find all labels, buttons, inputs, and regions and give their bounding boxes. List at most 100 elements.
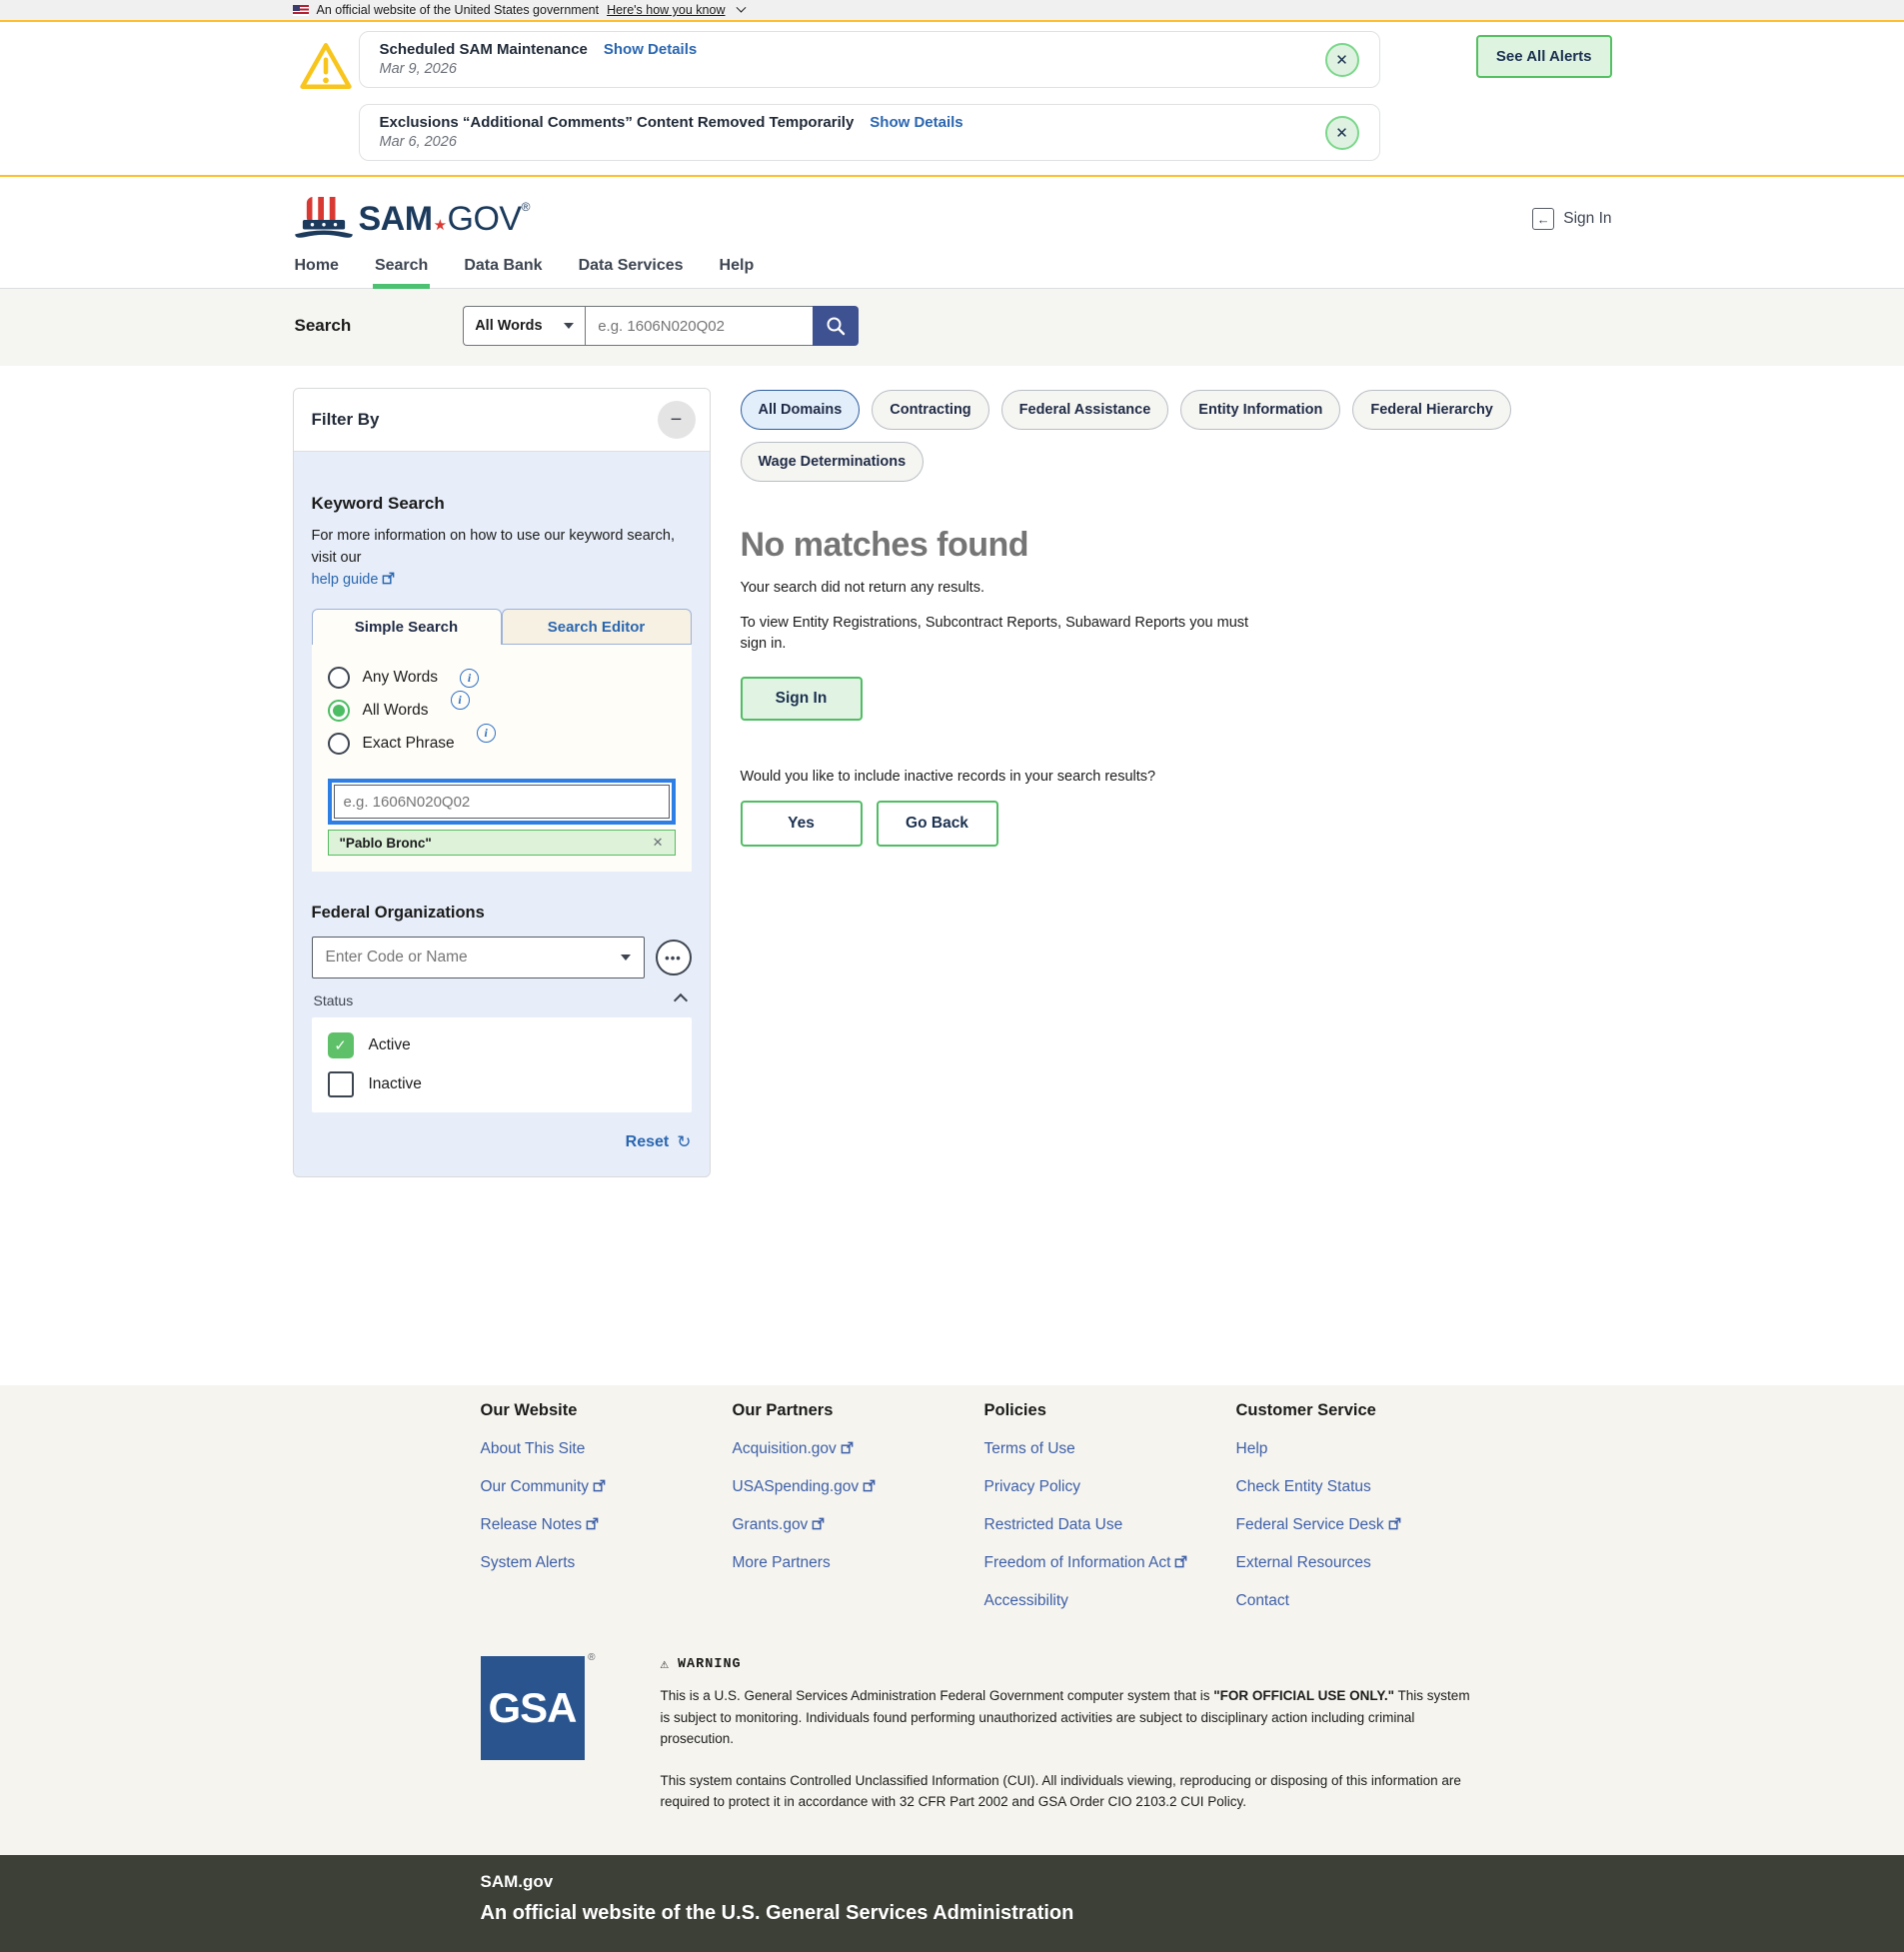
- search-icon: [825, 315, 847, 337]
- domain-chip-contracting[interactable]: Contracting: [872, 390, 988, 430]
- footer-link-grants-gov[interactable]: Grants.gov: [733, 1516, 984, 1534]
- nav-item-search[interactable]: Search: [373, 253, 430, 288]
- footer-link-federal-service-desk[interactable]: Federal Service Desk: [1236, 1516, 1488, 1534]
- alerts-section: Scheduled SAM Maintenance Show Details M…: [0, 22, 1904, 177]
- filter-by-title: Filter By: [312, 410, 380, 430]
- logo-gov-text: GOV: [448, 200, 522, 238]
- tab-search-editor[interactable]: Search Editor: [502, 609, 692, 645]
- filter-panel: Filter By − Keyword Search For more info…: [293, 388, 711, 1177]
- keyword-input-focus-ring: [328, 779, 676, 825]
- warning-icon: ⚠: [661, 1656, 670, 1673]
- nav-item-data-services[interactable]: Data Services: [577, 253, 686, 288]
- gsa-logo: GSA ®: [481, 1656, 585, 1760]
- close-icon[interactable]: ✕: [1325, 43, 1359, 77]
- warning-paragraph-1: This is a U.S. General Services Administ…: [661, 1685, 1475, 1750]
- domain-chip-all-domains[interactable]: All Domains: [741, 390, 861, 430]
- radio-all-words[interactable]: All Words i: [328, 700, 676, 722]
- footer-link-release-notes[interactable]: Release Notes: [481, 1516, 733, 1534]
- footer-link-accessibility[interactable]: Accessibility: [984, 1592, 1236, 1610]
- sign-in-button[interactable]: Sign In: [741, 677, 863, 721]
- tab-simple-search[interactable]: Simple Search: [312, 609, 502, 645]
- keyword-chip: "Pablo Bronc" ✕: [328, 830, 676, 856]
- footer-link-help[interactable]: Help: [1236, 1440, 1488, 1458]
- domain-chip-federal-assistance[interactable]: Federal Assistance: [1001, 390, 1169, 430]
- warning-paragraph-2: This system contains Controlled Unclassi…: [661, 1770, 1475, 1813]
- footer-link-about-this-site[interactable]: About This Site: [481, 1440, 733, 1458]
- footer-link-usaspending-gov[interactable]: USASpending.gov: [733, 1478, 984, 1496]
- radio-circle: [328, 667, 350, 689]
- footer-link-contact[interactable]: Contact: [1236, 1592, 1488, 1610]
- keyword-search-heading: Keyword Search: [312, 494, 692, 514]
- identifier-site-name: SAM.gov: [481, 1872, 1612, 1892]
- reset-filters-button[interactable]: Reset ↻: [626, 1132, 692, 1152]
- nav-item-help[interactable]: Help: [718, 253, 757, 288]
- collapse-filter-button[interactable]: −: [658, 401, 696, 439]
- search-input[interactable]: [585, 306, 813, 346]
- status-section-toggle[interactable]: Status: [312, 992, 692, 1008]
- checkbox-inactive[interactable]: Inactive: [328, 1071, 676, 1097]
- search-button[interactable]: [813, 306, 859, 346]
- radio-any-words[interactable]: Any Words i: [328, 667, 676, 689]
- main-content: Filter By − Keyword Search For more info…: [0, 366, 1904, 1385]
- nav-item-home[interactable]: Home: [293, 253, 341, 288]
- keyword-chip-label: "Pablo Bronc": [340, 836, 432, 851]
- footer-col-our-website: Our Website About This Site Our Communit…: [481, 1401, 733, 1610]
- info-icon[interactable]: i: [477, 724, 496, 743]
- sam-gov-logo: SAM★GOV®: [293, 195, 530, 243]
- footer-link-restricted-data-use[interactable]: Restricted Data Use: [984, 1516, 1236, 1534]
- footer-link-external-resources[interactable]: External Resources: [1236, 1554, 1488, 1572]
- uncle-sam-hat-icon: [293, 195, 355, 243]
- keyword-input[interactable]: [334, 785, 670, 819]
- gov-banner-text: An official website of the United States…: [317, 3, 600, 17]
- external-link-icon: [586, 1517, 599, 1530]
- domain-chip-entity-information[interactable]: Entity Information: [1180, 390, 1340, 430]
- info-icon[interactable]: i: [460, 669, 479, 688]
- footer-link-privacy-policy[interactable]: Privacy Policy: [984, 1478, 1236, 1496]
- radio-exact-phrase[interactable]: Exact Phrase i: [328, 733, 676, 755]
- domain-filter-chips: All Domains Contracting Federal Assistan…: [741, 390, 1612, 482]
- sign-in-arrow-icon: ←: [1532, 208, 1554, 230]
- warning-title: WARNING: [678, 1657, 742, 1672]
- show-details-link[interactable]: Show Details: [604, 41, 697, 58]
- search-mode-select[interactable]: All Words: [463, 306, 585, 346]
- nav-item-data-bank[interactable]: Data Bank: [462, 253, 544, 288]
- help-guide-link[interactable]: help guide: [312, 572, 379, 588]
- identifier-official-text: An official website of the U.S. General …: [481, 1902, 1612, 1925]
- status-filter-box: ✓ Active Inactive: [312, 1017, 692, 1112]
- how-you-know-link[interactable]: Here's how you know: [607, 3, 725, 17]
- show-details-link[interactable]: Show Details: [870, 114, 962, 131]
- radio-circle-selected: [328, 700, 350, 722]
- remove-chip-icon[interactable]: ✕: [653, 835, 664, 851]
- footer-link-foia[interactable]: Freedom of Information Act: [984, 1554, 1236, 1572]
- see-all-alerts-button[interactable]: See All Alerts: [1476, 35, 1612, 78]
- yes-button[interactable]: Yes: [741, 801, 863, 847]
- external-link-icon: [841, 1441, 854, 1454]
- identifier-band: SAM.gov An official website of the U.S. …: [0, 1855, 1904, 1952]
- go-back-button[interactable]: Go Back: [877, 801, 998, 847]
- warning-triangle-icon: [299, 37, 353, 100]
- info-icon[interactable]: i: [451, 691, 470, 710]
- alert-date: Mar 6, 2026: [380, 134, 1309, 150]
- footer-link-check-entity-status[interactable]: Check Entity Status: [1236, 1478, 1488, 1496]
- logo-sam-text: SAM: [359, 200, 433, 238]
- footer-link-terms-of-use[interactable]: Terms of Use: [984, 1440, 1236, 1458]
- search-mode-value: All Words: [475, 318, 542, 334]
- checkbox-active[interactable]: ✓ Active: [328, 1032, 676, 1058]
- keyword-search-tabs: Simple Search Search Editor: [312, 609, 692, 645]
- sign-in-link[interactable]: ← Sign In: [1532, 208, 1611, 230]
- footer-link-acquisition-gov[interactable]: Acquisition.gov: [733, 1440, 984, 1458]
- chevron-down-icon: [621, 955, 631, 961]
- alert-title: Scheduled SAM Maintenance: [380, 41, 588, 58]
- footer-link-our-community[interactable]: Our Community: [481, 1478, 733, 1496]
- more-options-button[interactable]: •••: [656, 940, 692, 976]
- domain-chip-federal-hierarchy[interactable]: Federal Hierarchy: [1352, 390, 1511, 430]
- footer-link-system-alerts[interactable]: System Alerts: [481, 1554, 733, 1572]
- external-link-icon: [1174, 1555, 1187, 1568]
- inactive-records-question: Would you like to include inactive recor…: [741, 769, 1612, 785]
- domain-chip-wage-determinations[interactable]: Wage Determinations: [741, 442, 925, 482]
- footer-link-more-partners[interactable]: More Partners: [733, 1554, 984, 1572]
- reset-icon: ↻: [677, 1132, 691, 1152]
- footer-col-our-partners: Our Partners Acquisition.gov USASpending…: [733, 1401, 984, 1610]
- close-icon[interactable]: ✕: [1325, 116, 1359, 150]
- federal-orgs-combobox[interactable]: Enter Code or Name: [312, 937, 645, 978]
